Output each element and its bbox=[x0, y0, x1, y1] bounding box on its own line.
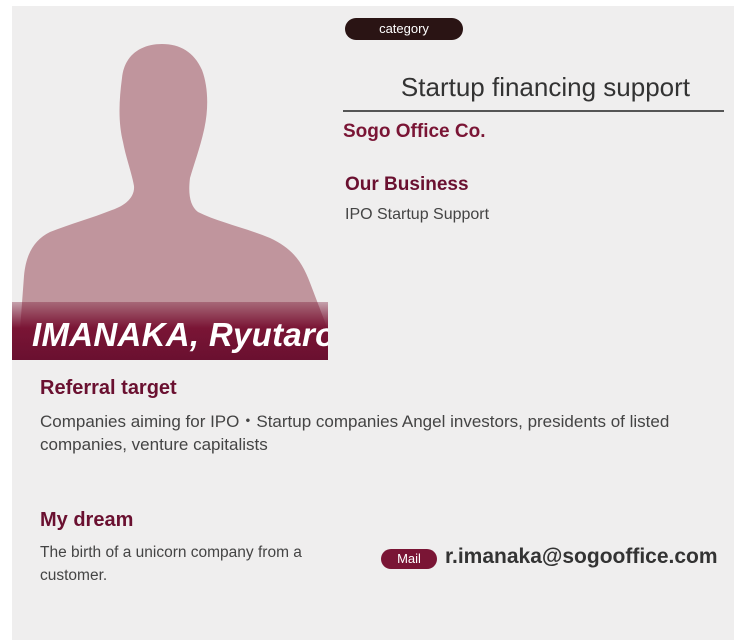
mail-badge: Mail bbox=[381, 549, 437, 569]
dream-text: The birth of a unicorn company from a cu… bbox=[40, 544, 302, 584]
email-link[interactable]: r.imanaka@sogooffice.com bbox=[445, 545, 718, 569]
dream-heading: My dream bbox=[40, 509, 134, 531]
profile-photo: IMANAKA, Ryutaro bbox=[12, 30, 328, 360]
category-title: Startup financing support bbox=[400, 72, 690, 102]
company-name: Sogo Office Co. bbox=[343, 121, 486, 142]
business-heading: Our Business bbox=[345, 174, 469, 195]
referral-text: Companies aiming for IPO・Startup compani… bbox=[40, 412, 670, 454]
category-badge: category bbox=[345, 18, 463, 40]
referral-heading: Referral target bbox=[40, 377, 177, 399]
title-divider bbox=[343, 110, 724, 112]
person-name: IMANAKA, Ryutaro bbox=[32, 316, 328, 353]
business-text: IPO Startup Support bbox=[345, 206, 490, 223]
